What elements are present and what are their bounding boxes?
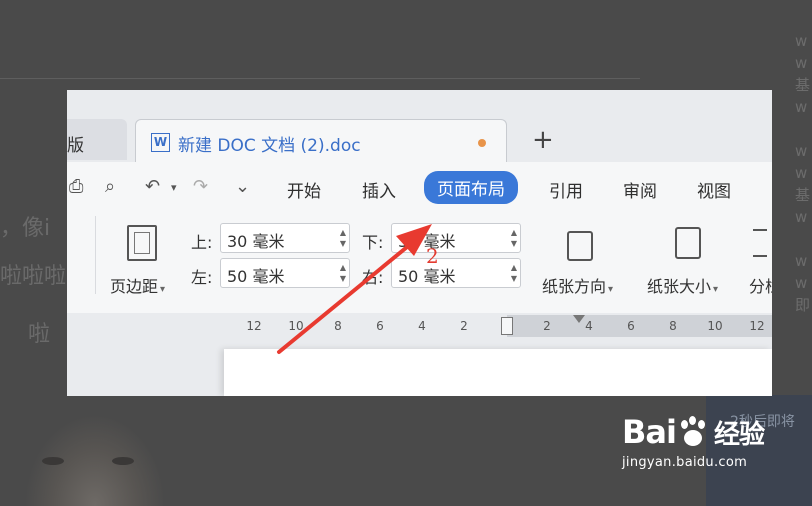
horizontal-ruler[interactable]: 12 10 8 6 4 2 2 4 6 8 10 12 (67, 315, 772, 337)
step-number-annotation: 2 (426, 244, 439, 268)
ribbon-separator (95, 216, 96, 294)
first-line-indent-icon[interactable] (573, 315, 585, 323)
top-margin-label: 上: (191, 233, 213, 252)
print-icon[interactable]: ⎙ (69, 176, 83, 197)
top-margin-input[interactable]: 30 毫米 ▲ ▼ (220, 223, 350, 253)
page-orientation-button[interactable]: 纸张方向 ▾ (542, 273, 613, 297)
document-page[interactable] (224, 349, 772, 396)
tab-previous[interactable]: 版 (67, 119, 127, 160)
tab-bar: 版 W 新建 DOC 文档 (2).doc + (67, 90, 772, 162)
columns-button[interactable]: 分栏 (749, 273, 772, 297)
ribbon-page-layout: 页边距 ▾ 上: 30 毫米 ▲ ▼ 左: 50 毫米 ▲ ▼ 下: 30 毫米 ▲ ▼… (67, 213, 772, 313)
customize-toolbar-icon[interactable]: ⌄ (235, 176, 250, 197)
background-text-line1: ，像i (0, 216, 51, 241)
left-margin-label: 左: (191, 268, 213, 287)
print-preview-icon[interactable]: ⌕ (105, 176, 115, 197)
word-document-icon: W (151, 133, 170, 152)
menu-references[interactable]: 引用 (549, 177, 583, 202)
columns-icon[interactable] (753, 229, 767, 257)
paw-icon (678, 416, 708, 448)
background-text-line2: 啦啦啦 (0, 264, 67, 289)
margins-icon[interactable] (127, 225, 157, 261)
stepper-icon[interactable]: ▲ ▼ (511, 227, 517, 249)
chevron-down-icon: ▾ (608, 284, 614, 295)
background-right-column: w w 基 w w w 基 w w w 即 (795, 32, 811, 314)
undo-icon[interactable]: ↶ (145, 176, 160, 197)
menu-bar: ⎙ ⌕ ↶ ▾ ↷ ⌄ 开始 插入 页面布局 引用 审阅 视图 (67, 162, 772, 213)
background-photo (0, 395, 300, 506)
left-margin-input[interactable]: 50 毫米 ▲ ▼ (220, 258, 350, 288)
stepper-icon[interactable]: ▲ ▼ (511, 262, 517, 284)
menu-view[interactable]: 视图 (697, 177, 731, 202)
right-margin-label: 右: (362, 268, 384, 287)
menu-review[interactable]: 审阅 (623, 177, 657, 202)
paper-size-button[interactable]: 纸张大小 ▾ (647, 273, 718, 297)
background-text-line3: 啦 (28, 322, 51, 347)
baidu-jingyan-watermark: Bai 经验 jingyan.baidu.com (622, 413, 772, 499)
watermark-url: jingyan.baidu.com (622, 455, 748, 470)
background-divider (0, 78, 640, 79)
paper-size-icon[interactable] (675, 227, 701, 259)
undo-dropdown-icon[interactable]: ▾ (171, 181, 177, 194)
margins-button[interactable]: 页边距 ▾ (110, 273, 165, 297)
menu-insert[interactable]: 插入 (362, 177, 396, 202)
document-area (67, 337, 772, 396)
unsaved-indicator-icon (478, 139, 486, 147)
stepper-icon[interactable]: ▲ ▼ (340, 227, 346, 249)
new-tab-button[interactable]: + (532, 127, 554, 153)
wps-writer-window: 版 W 新建 DOC 文档 (2).doc + ⎙ ⌕ ↶ ▾ ↷ ⌄ 开始 插… (67, 90, 772, 396)
tab-title: 新建 DOC 文档 (2).doc (178, 136, 361, 156)
chevron-down-icon: ▾ (160, 284, 166, 295)
right-margin-input[interactable]: 50 毫米 ▲ ▼ (391, 258, 521, 288)
menu-start[interactable]: 开始 (287, 177, 321, 202)
stepper-icon[interactable]: ▲ ▼ (340, 262, 346, 284)
menu-page-layout[interactable]: 页面布局 (424, 171, 518, 204)
baidu-logo: Bai 经验 (622, 413, 765, 451)
indent-marker-icon[interactable] (501, 317, 513, 335)
page-orientation-icon[interactable] (567, 231, 593, 261)
bottom-margin-input[interactable]: 30 毫米 ▲ ▼ (391, 223, 521, 253)
tab-active-document[interactable]: W 新建 DOC 文档 (2).doc (135, 119, 507, 162)
chevron-down-icon: ▾ (713, 284, 719, 295)
redo-icon[interactable]: ↷ (193, 176, 208, 197)
bottom-margin-label: 下: (362, 233, 384, 252)
